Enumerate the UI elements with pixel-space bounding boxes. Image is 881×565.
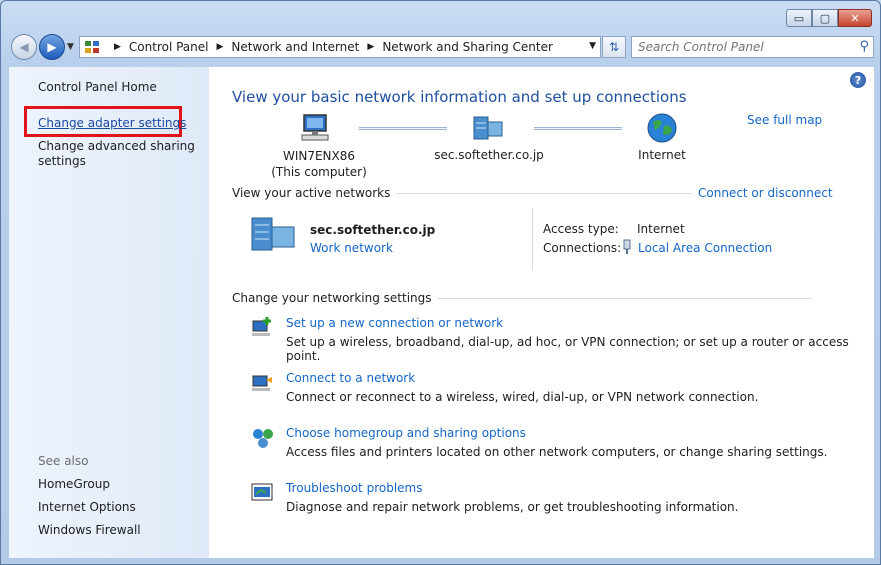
active-networks-heading: View your active networks [232, 186, 397, 200]
forward-arrow-icon: ▶ [47, 40, 57, 54]
computer-icon[interactable] [298, 113, 332, 143]
window: ▭ ▢ ✕ ◀ ▶ ▼ ▶ Control Panel ▶ Network an… [0, 0, 881, 565]
breadcrumb-control-panel[interactable]: Control Panel [129, 40, 209, 54]
active-network-separator [532, 208, 533, 270]
connect-network-desc: Connect or reconnect to a wireless, wire… [286, 390, 759, 404]
connect-or-disconnect-link[interactable]: Connect or disconnect [692, 186, 833, 200]
setup-connection-link[interactable]: Set up a new connection or network [286, 316, 874, 330]
local-area-connection-link[interactable]: Local Area Connection [638, 241, 772, 255]
breadcrumb-separator-icon[interactable]: ▶ [217, 42, 224, 52]
left-pane: Control Panel Home Change adapter settin… [9, 67, 209, 558]
control-panel-home-link[interactable]: Control Panel Home [38, 80, 157, 94]
active-network-name: sec.softether.co.jp [310, 223, 436, 237]
connections-label: Connections: [543, 241, 622, 255]
back-arrow-icon: ◀ [19, 40, 29, 54]
main-pane: ? View your basic network information an… [209, 67, 874, 558]
search-input[interactable] [632, 37, 847, 57]
map-computer-name: WIN7ENX86 [282, 149, 356, 163]
homegroup-icon[interactable] [250, 425, 276, 451]
breadcrumb-network-sharing-center[interactable]: Network and Sharing Center [382, 40, 553, 54]
homegroup-sharing-desc: Access files and printers located on oth… [286, 445, 828, 459]
map-computer-node: WIN7ENX86 (This computer) [269, 148, 369, 180]
navigation-toolbar: ◀ ▶ ▼ ▶ Control Panel ▶ Network and Inte… [9, 33, 874, 61]
see-full-map-link[interactable]: See full map [747, 113, 822, 127]
task-troubleshoot: Troubleshoot problems Diagnose and repai… [286, 481, 738, 514]
map-network-name: sec.softether.co.jp [434, 148, 544, 162]
windows-firewall-link[interactable]: Windows Firewall [38, 523, 141, 537]
setup-connection-desc: Set up a wireless, broadband, dial-up, a… [286, 335, 849, 363]
caption-buttons: ▭ ▢ ✕ [786, 9, 872, 27]
see-also-heading: See also [38, 454, 89, 468]
control-panel-icon [85, 41, 99, 53]
recent-pages-dropdown[interactable]: ▼ [67, 42, 74, 52]
troubleshoot-link[interactable]: Troubleshoot problems [286, 481, 738, 495]
forward-button[interactable]: ▶ [39, 34, 65, 60]
page-title: View your basic network information and … [232, 88, 687, 106]
map-line-2 [534, 127, 622, 130]
breadcrumb-separator-icon[interactable]: ▶ [367, 42, 374, 52]
access-type-value: Internet [637, 222, 685, 236]
connect-network-icon[interactable] [250, 370, 276, 396]
map-line-1 [359, 127, 447, 130]
close-button[interactable]: ✕ [838, 9, 872, 27]
change-advanced-sharing-link[interactable]: Change advanced sharing settings [38, 139, 195, 169]
task-connect-network: Connect to a network Connect or reconnec… [286, 371, 758, 404]
troubleshoot-desc: Diagnose and repair network problems, or… [286, 500, 739, 514]
advanced-sharing-line1: Change advanced sharing [38, 139, 195, 153]
work-network-link[interactable]: Work network [310, 241, 393, 255]
maximize-icon: ▢ [819, 11, 831, 25]
task-setup-connection: Set up a new connection or network Set u… [286, 316, 874, 363]
troubleshoot-icon[interactable] [250, 480, 276, 506]
minimize-button[interactable]: ▭ [786, 9, 812, 27]
map-computer-sub: (This computer) [271, 165, 367, 179]
network-server-icon[interactable] [472, 114, 506, 142]
task-homegroup: Choose homegroup and sharing options Acc… [286, 426, 827, 459]
refresh-icon: ⇅ [608, 40, 620, 54]
refresh-button[interactable]: ⇅ [602, 36, 626, 58]
homegroup-sharing-link[interactable]: Choose homegroup and sharing options [286, 426, 827, 440]
maximize-button[interactable]: ▢ [812, 9, 838, 27]
change-adapter-settings-link[interactable]: Change adapter settings [38, 116, 186, 130]
access-type-label: Access type: [543, 222, 619, 236]
internet-globe-icon[interactable] [646, 112, 678, 144]
breadcrumb-separator-icon[interactable]: ▶ [114, 42, 121, 52]
homegroup-link[interactable]: HomeGroup [38, 477, 110, 491]
advanced-sharing-line2: settings [38, 154, 86, 168]
minimize-icon: ▭ [793, 11, 805, 25]
search-icon[interactable]: ⚲ [859, 39, 869, 54]
back-button[interactable]: ◀ [11, 34, 37, 60]
lan-connection-icon [623, 239, 631, 254]
close-icon: ✕ [850, 11, 860, 25]
internet-options-link[interactable]: Internet Options [38, 500, 136, 514]
breadcrumb: ▶ Control Panel ▶ Network and Internet ▶… [106, 40, 553, 54]
work-network-icon[interactable] [250, 215, 298, 253]
change-settings-heading: Change your networking settings [232, 291, 438, 305]
address-bar[interactable]: ▶ Control Panel ▶ Network and Internet ▶… [79, 36, 601, 58]
address-dropdown-icon[interactable]: ▼ [589, 41, 596, 51]
connect-network-link[interactable]: Connect to a network [286, 371, 758, 385]
new-connection-icon[interactable] [250, 315, 276, 341]
search-box: ⚲ [631, 36, 874, 58]
help-icon[interactable]: ? [850, 72, 866, 88]
breadcrumb-network-and-internet[interactable]: Network and Internet [231, 40, 359, 54]
map-internet-label: Internet [638, 148, 686, 162]
